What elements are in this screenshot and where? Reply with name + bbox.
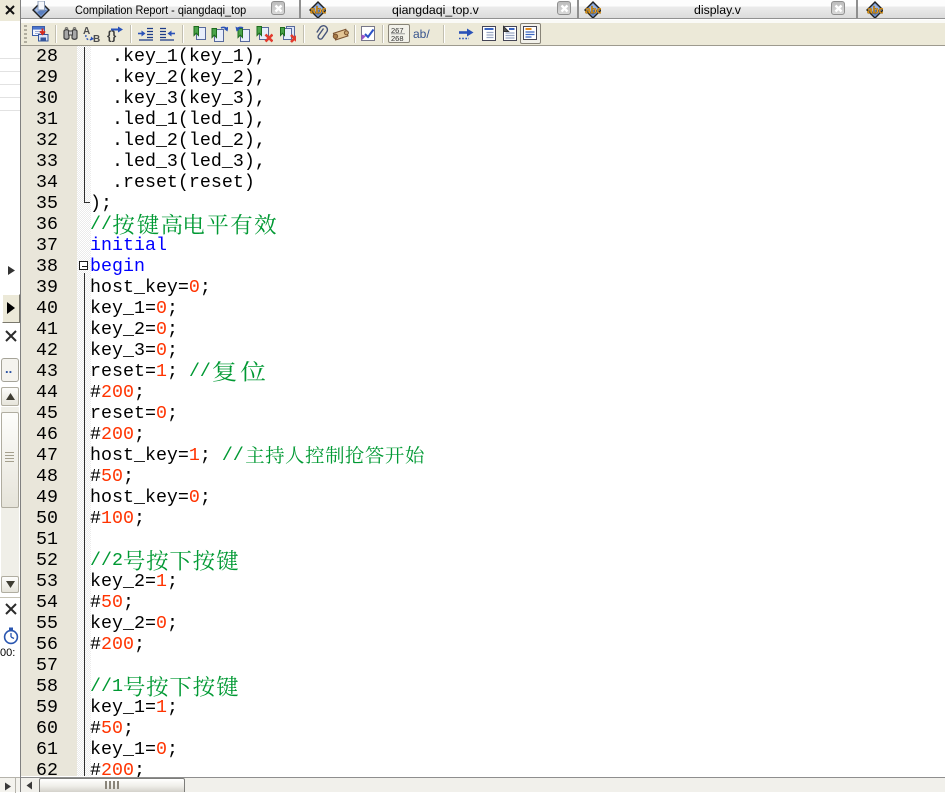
svg-text:ab/: ab/: [413, 27, 430, 41]
svg-text:abc: abc: [867, 6, 883, 17]
svg-text:abc: abc: [310, 6, 326, 17]
svg-text:abc: abc: [585, 6, 601, 17]
svg-text:B: B: [93, 34, 100, 43]
svg-text:268: 268: [391, 34, 404, 43]
svg-text:{}: {}: [107, 29, 117, 43]
svg-text:A: A: [83, 26, 90, 37]
